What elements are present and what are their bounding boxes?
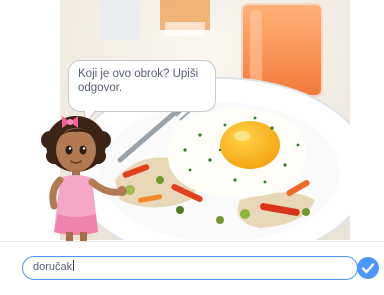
girl-sprite[interactable] xyxy=(40,110,130,242)
text-caret xyxy=(73,260,75,271)
stage: Koji je ovo obrok? Upiši odgovor. doruča… xyxy=(0,0,384,295)
answer-input[interactable]: doručak xyxy=(22,256,358,280)
question-line-1: Koji je ovo obrok? Upiši xyxy=(78,68,199,80)
speech-bubble: Koji je ovo obrok? Upiši odgovor. xyxy=(68,60,216,112)
checkmark-icon[interactable] xyxy=(357,257,379,279)
answer-text: doručak xyxy=(33,261,73,273)
question-line-2: odgovor. xyxy=(78,82,123,94)
